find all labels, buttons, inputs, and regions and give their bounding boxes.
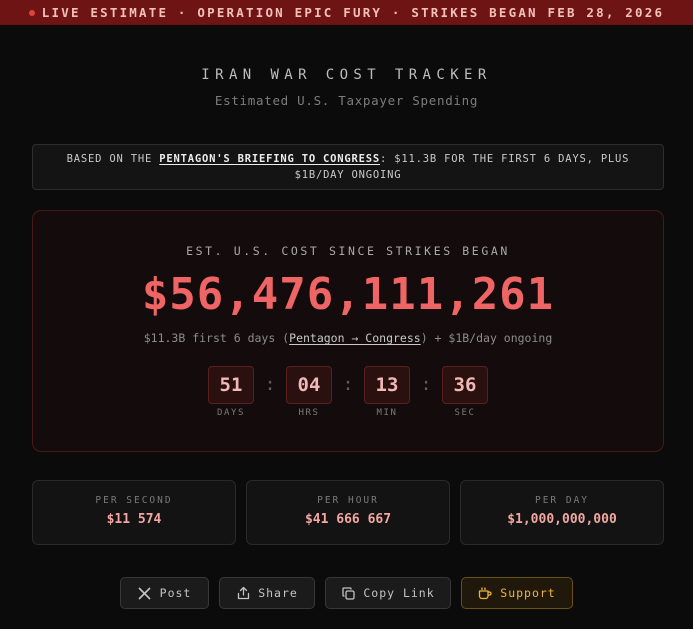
timer-minutes: 13 MIN [364,366,410,418]
total-cost: $56,476,111,261 [141,269,555,320]
timer-separator: : [420,374,432,395]
pentagon-briefing-link[interactable]: PENTAGON'S BRIEFING TO CONGRESS [159,153,380,165]
rate-card-day: PER DAY $1,000,000,000 [460,480,664,545]
rate-cards: PER SECOND $11 574 PER HOUR $41 666 667 … [32,480,664,545]
cost-counter-card: EST. U.S. COST SINCE STRIKES BEGAN $56,4… [32,210,664,452]
post-button[interactable]: Post [120,577,209,609]
source-prefix: BASED ON THE [66,153,160,165]
minutes-label: MIN [376,408,398,418]
source-note: BASED ON THE PENTAGON'S BRIEFING TO CONG… [32,144,664,190]
seconds-label: SEC [454,408,476,418]
rate-label: PER DAY [534,495,590,506]
support-button[interactable]: Support [461,577,573,609]
counter-note: $11.3B first 6 days (Pentagon → Congress… [33,331,663,345]
share-icon [236,586,250,600]
note-prefix: $11.3B first 6 days ( [143,331,290,345]
rate-label: PER SECOND [95,495,173,506]
rate-card-hour: PER HOUR $41 666 667 [246,480,450,545]
copy-link-label: Copy Link [363,586,435,600]
elapsed-timer: 51 DAYS : 04 HRS : 13 MIN : 36 SEC [33,366,663,418]
rate-value: $11 574 [106,512,162,527]
copy-link-button[interactable]: Copy Link [325,577,451,609]
rate-value: $1,000,000,000 [507,512,617,527]
hours-label: HRS [298,408,320,418]
minutes-value: 13 [364,366,410,404]
timer-hours: 04 HRS [286,366,332,418]
counter-label: EST. U.S. COST SINCE STRIKES BEGAN [186,244,510,258]
post-label: Post [159,586,192,600]
share-button[interactable]: Share [219,577,315,609]
days-value: 51 [208,366,254,404]
support-label: Support [500,586,556,600]
x-logo-icon [138,586,152,600]
hours-value: 04 [286,366,332,404]
pentagon-congress-link[interactable]: Pentagon → Congress [289,331,421,345]
rate-value: $41 666 667 [304,512,392,527]
rate-label: PER HOUR [317,495,379,506]
live-banner: LIVE ESTIMATE · OPERATION EPIC FURY · ST… [0,0,693,25]
copy-icon [341,586,355,600]
timer-separator: : [342,374,354,395]
rate-card-second: PER SECOND $11 574 [32,480,236,545]
page-subtitle: Estimated U.S. Taxpayer Spending [214,93,479,108]
seconds-value: 36 [442,366,488,404]
coffee-cup-icon [478,586,492,600]
days-label: DAYS [216,408,246,418]
timer-separator: : [264,374,276,395]
share-label: Share [258,586,298,600]
timer-days: 51 DAYS [208,366,254,418]
share-actions: Post Share Copy Link Support [0,577,693,609]
timer-seconds: 36 SEC [442,366,488,418]
banner-text: LIVE ESTIMATE · OPERATION EPIC FURY · ST… [41,5,665,20]
live-dot-icon [28,9,35,16]
page-title: IRAN WAR COST TRACKER [201,67,492,83]
note-suffix: ) + $1B/day ongoing [420,331,553,345]
